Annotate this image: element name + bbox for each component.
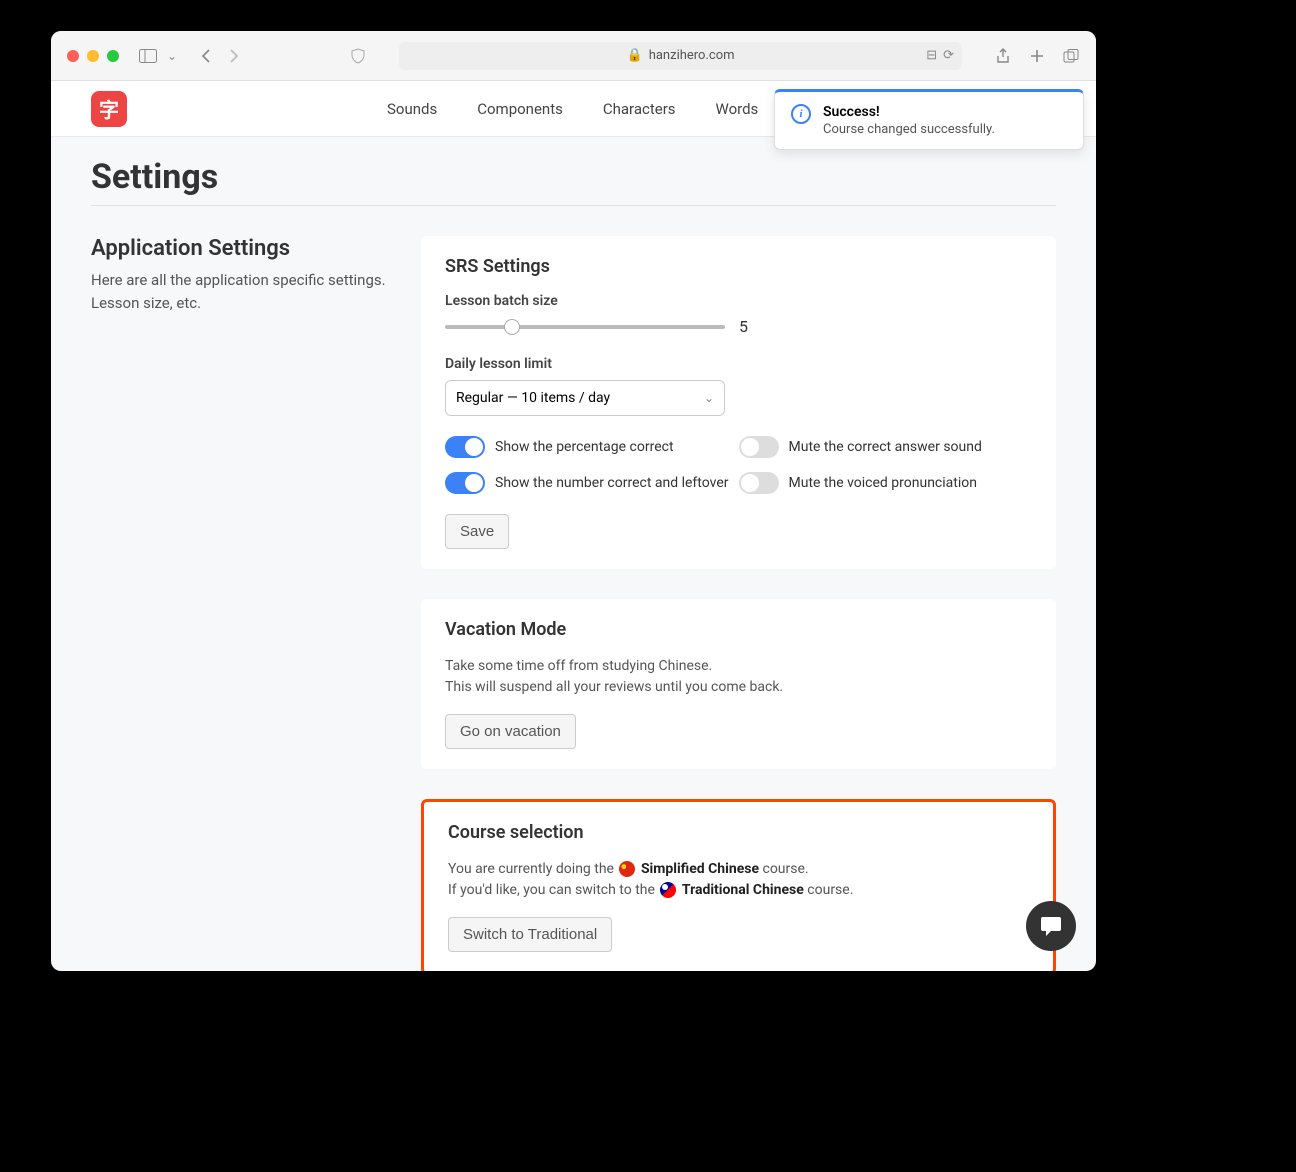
url-bar[interactable]: 🔒 hanzihero.com ⊟ ⟳ xyxy=(399,42,962,70)
close-window-button[interactable] xyxy=(67,50,79,62)
vacation-text-2: This will suspend all your reviews until… xyxy=(445,677,1032,698)
toast-title: Success! xyxy=(823,104,995,120)
srs-settings-card: SRS Settings Lesson batch size 5 Daily l… xyxy=(421,236,1056,569)
chat-fab[interactable] xyxy=(1026,901,1076,951)
nav-characters[interactable]: Characters xyxy=(603,100,676,118)
nav-components[interactable]: Components xyxy=(477,100,563,118)
daily-limit-label: Daily lesson limit xyxy=(445,356,1032,372)
toggle-percentage-correct[interactable] xyxy=(445,436,485,458)
batch-size-value: 5 xyxy=(739,317,748,336)
new-tab-icon[interactable] xyxy=(1028,47,1046,65)
course-title: Course selection xyxy=(448,822,1029,843)
daily-limit-select[interactable]: Regular — 10 items / day ⌄ xyxy=(445,380,725,416)
lock-icon: 🔒 xyxy=(627,48,643,63)
sidebar-heading: Application Settings xyxy=(91,236,391,261)
main-nav: Sounds Components Characters Words xyxy=(387,100,758,118)
toggle-mute-correct-sound[interactable] xyxy=(739,436,779,458)
url-text: hanzihero.com xyxy=(649,48,735,63)
slider-thumb[interactable] xyxy=(504,319,520,335)
settings-sidebar: Application Settings Here are all the ap… xyxy=(91,236,391,971)
sidebar-toggle-icon[interactable] xyxy=(139,47,157,65)
minimize-window-button[interactable] xyxy=(87,50,99,62)
vacation-card: Vacation Mode Take some time off from st… xyxy=(421,599,1056,769)
toggle-mute-pronunciation[interactable] xyxy=(739,472,779,494)
taiwan-flag-icon xyxy=(660,882,676,898)
toggle-label: Mute the correct answer sound xyxy=(789,439,982,455)
site-logo[interactable]: 字 xyxy=(91,91,127,127)
success-toast: i Success! Course changed successfully. xyxy=(774,89,1084,150)
sidebar-description: Here are all the application specific se… xyxy=(91,269,391,314)
vacation-text-1: Take some time off from studying Chinese… xyxy=(445,656,1032,677)
maximize-window-button[interactable] xyxy=(107,50,119,62)
forward-button[interactable] xyxy=(225,47,243,65)
reader-icon[interactable]: ⊟ xyxy=(926,48,937,63)
toggle-number-correct[interactable] xyxy=(445,472,485,494)
batch-size-slider[interactable] xyxy=(445,325,725,329)
chevron-down-icon[interactable]: ⌄ xyxy=(167,49,177,63)
course-line-2: If you'd like, you can switch to the Tra… xyxy=(448,880,1029,901)
toggle-label: Show the number correct and leftover xyxy=(495,475,729,491)
go-on-vacation-button[interactable]: Go on vacation xyxy=(445,714,576,749)
china-flag-icon xyxy=(619,861,635,877)
switch-to-traditional-button[interactable]: Switch to Traditional xyxy=(448,917,612,952)
batch-size-label: Lesson batch size xyxy=(445,293,1032,309)
info-icon: i xyxy=(791,104,811,124)
vacation-title: Vacation Mode xyxy=(445,619,1032,640)
course-selection-card: Course selection You are currently doing… xyxy=(421,799,1056,971)
srs-title: SRS Settings xyxy=(445,256,1032,277)
nav-sounds[interactable]: Sounds xyxy=(387,100,437,118)
share-icon[interactable] xyxy=(994,47,1012,65)
toast-message: Course changed successfully. xyxy=(823,122,995,137)
tabs-icon[interactable] xyxy=(1062,47,1080,65)
chevron-down-icon: ⌄ xyxy=(704,391,714,405)
browser-titlebar: ⌄ 🔒 hanzihero.com ⊟ ⟳ xyxy=(51,31,1096,81)
traffic-lights xyxy=(67,50,119,62)
toggle-label: Mute the voiced pronunciation xyxy=(789,475,977,491)
course-line-1: You are currently doing the Simplified C… xyxy=(448,859,1029,880)
toggle-label: Show the percentage correct xyxy=(495,439,674,455)
page-title: Settings xyxy=(91,157,1056,206)
chat-icon xyxy=(1039,915,1063,937)
nav-words[interactable]: Words xyxy=(716,100,759,118)
reload-icon[interactable]: ⟳ xyxy=(943,48,954,63)
back-button[interactable] xyxy=(197,47,215,65)
browser-window: ⌄ 🔒 hanzihero.com ⊟ ⟳ xyxy=(51,31,1096,971)
shield-icon[interactable] xyxy=(349,47,367,65)
save-button[interactable]: Save xyxy=(445,514,509,549)
daily-limit-value: Regular — 10 items / day xyxy=(456,390,610,406)
